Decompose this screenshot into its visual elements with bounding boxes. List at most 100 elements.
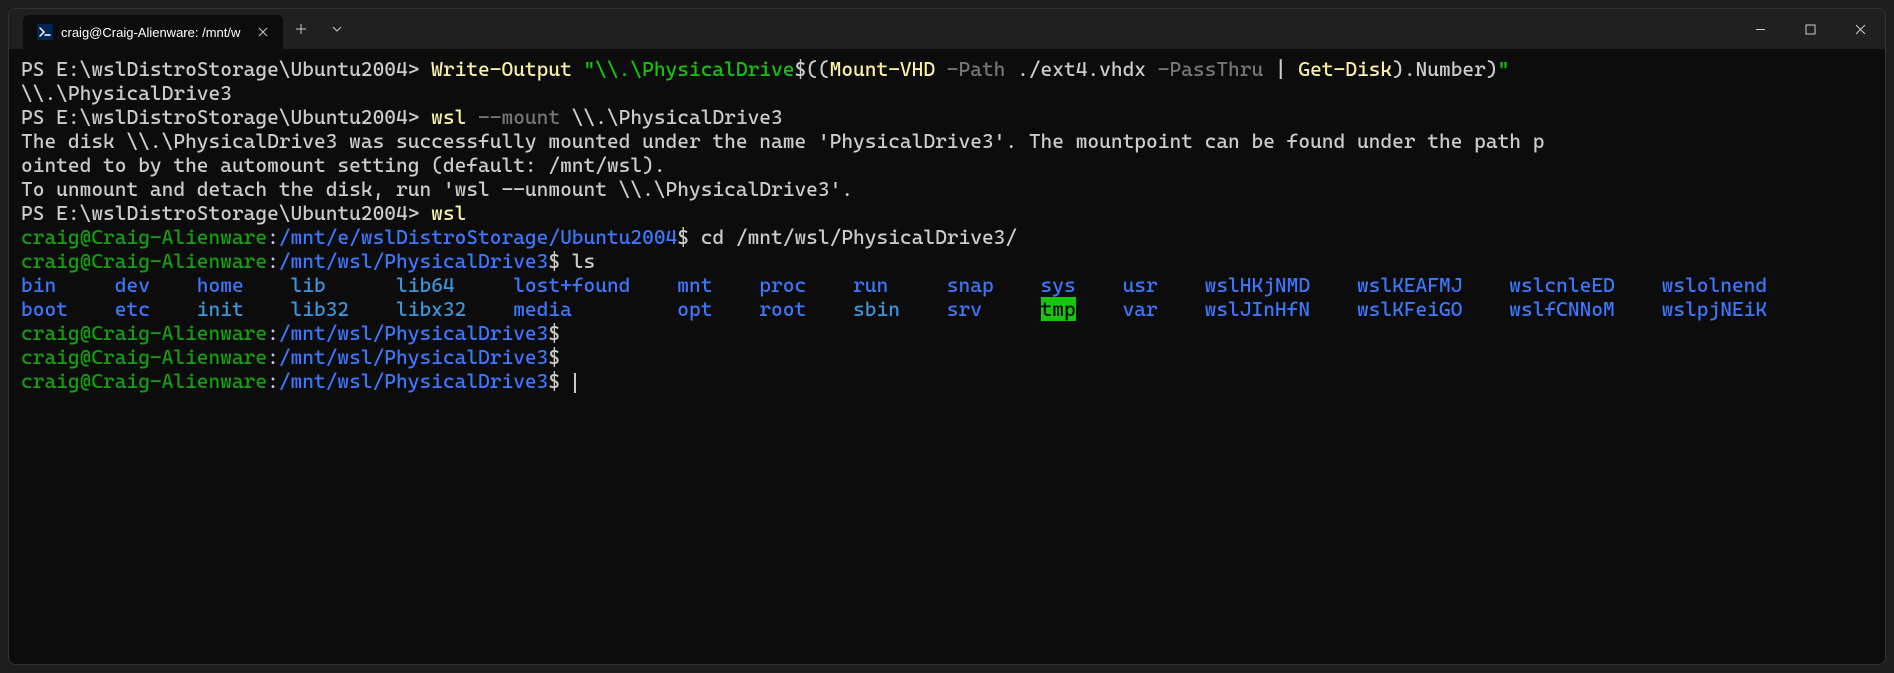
terminal-text: ( — [818, 57, 830, 81]
terminal-text: To unmount and detach the disk, run 'wsl… — [21, 177, 853, 201]
terminal-text: craig@Craig-Alienware — [21, 345, 267, 369]
terminal-text — [1462, 273, 1509, 297]
terminal-text — [900, 297, 947, 321]
ls-row: boot etc init lib32 libx32 media opt roo… — [21, 297, 1873, 321]
terminal-text: ointed to by the automount setting (defa… — [21, 153, 666, 177]
terminal-text — [1076, 297, 1123, 321]
terminal-text: -PassThru — [1146, 57, 1263, 81]
terminal-line: To unmount and detach the disk, run 'wsl… — [21, 177, 1873, 201]
terminal-line: craig@Craig-Alienware:/mnt/wsl/PhysicalD… — [21, 345, 1873, 369]
ls-entry: snap — [947, 273, 994, 297]
ls-entry: libx32 — [396, 297, 466, 321]
terminal-text: " — [1498, 57, 1510, 81]
terminal-text — [630, 273, 677, 297]
titlebar[interactable]: craig@Craig-Alienware: /mnt/w — [9, 9, 1885, 49]
terminal-text — [455, 273, 514, 297]
terminal-line: craig@Craig-Alienware:/mnt/wsl/PhysicalD… — [21, 321, 1873, 345]
terminal-text: PS E:\wslDistroStorage\Ubuntu2004> — [21, 57, 431, 81]
ls-entry: init — [197, 297, 244, 321]
terminal-text: $ — [548, 345, 560, 369]
terminal-text: PS E:\wslDistroStorage\Ubuntu2004> — [21, 201, 431, 225]
terminal-text: wsl — [431, 201, 466, 225]
titlebar-drag-area[interactable] — [355, 9, 1735, 49]
ls-entry: lib32 — [291, 297, 350, 321]
terminal-text: ls — [560, 249, 595, 273]
terminal-text — [572, 297, 677, 321]
terminal-text — [1310, 273, 1357, 297]
ls-entry: tmp — [1041, 297, 1076, 321]
terminal-text — [68, 297, 115, 321]
terminal-text — [150, 297, 197, 321]
terminal-text: \\.\PhysicalDrive3 — [560, 105, 783, 129]
terminal-text — [56, 273, 115, 297]
ls-entry: wslolnend — [1662, 273, 1767, 297]
terminal-text — [1158, 297, 1205, 321]
close-button[interactable] — [1835, 9, 1885, 49]
terminal-output[interactable]: PS E:\wslDistroStorage\Ubuntu2004> Write… — [9, 49, 1885, 664]
terminal-text — [712, 297, 759, 321]
terminal-text: .Number — [1404, 57, 1486, 81]
terminal-text: | — [1263, 57, 1298, 81]
ls-entry: lib64 — [396, 273, 455, 297]
terminal-text: \\.\PhysicalDrive3 — [21, 81, 232, 105]
minimize-button[interactable] — [1735, 9, 1785, 49]
terminal-text: /mnt/wsl/PhysicalDrive3 — [279, 249, 549, 273]
terminal-text — [1615, 297, 1662, 321]
ls-entry: wslcnleED — [1509, 273, 1614, 297]
ls-entry: srv — [947, 297, 982, 321]
ls-entry: wslpjNEiK — [1662, 297, 1767, 321]
terminal-text: : — [267, 345, 279, 369]
terminal-text: $ — [548, 249, 560, 273]
ls-entry: lost+found — [513, 273, 630, 297]
terminal-text: : — [267, 225, 279, 249]
terminal-text: $ — [548, 321, 560, 345]
tab-strip: craig@Craig-Alienware: /mnt/w — [9, 9, 355, 49]
terminal-text — [244, 297, 291, 321]
terminal-text: : — [267, 369, 279, 393]
terminal-text: craig@Craig-Alienware — [21, 249, 267, 273]
ls-entry: opt — [677, 297, 712, 321]
powershell-icon — [37, 24, 53, 40]
terminal-text — [1158, 273, 1205, 297]
terminal-text: Get-Disk — [1298, 57, 1392, 81]
terminal-tab[interactable]: craig@Craig-Alienware: /mnt/w — [23, 15, 283, 49]
terminal-text: $( — [794, 57, 817, 81]
terminal-text: ) — [1486, 57, 1498, 81]
terminal-window: craig@Craig-Alienware: /mnt/w — [8, 8, 1886, 665]
close-tab-icon[interactable] — [255, 24, 271, 40]
terminal-text — [1615, 273, 1662, 297]
terminal-text — [349, 297, 396, 321]
terminal-line: craig@Craig-Alienware:/mnt/wsl/PhysicalD… — [21, 249, 1873, 273]
terminal-text — [560, 369, 572, 393]
terminal-line: \\.\PhysicalDrive3 — [21, 81, 1873, 105]
ls-entry: wslJInHfN — [1205, 297, 1310, 321]
maximize-button[interactable] — [1785, 9, 1835, 49]
terminal-text — [806, 297, 853, 321]
terminal-text: $ — [548, 369, 560, 393]
ls-entry: wslKEAFMJ — [1357, 273, 1462, 297]
terminal-line: PS E:\wslDistroStorage\Ubuntu2004> wsl -… — [21, 105, 1873, 129]
window-controls — [1735, 9, 1885, 49]
tab-dropdown-button[interactable] — [319, 9, 355, 49]
terminal-line: ointed to by the automount setting (defa… — [21, 153, 1873, 177]
terminal-text: PS E:\wslDistroStorage\Ubuntu2004> — [21, 105, 431, 129]
terminal-text — [982, 297, 1041, 321]
ls-entry: usr — [1123, 273, 1158, 297]
terminal-text — [888, 273, 947, 297]
ls-entry: bin — [21, 273, 56, 297]
terminal-text — [806, 273, 853, 297]
ls-row: bin dev home lib lib64 lost+found mnt pr… — [21, 273, 1873, 297]
ls-entry: media — [513, 297, 572, 321]
terminal-text: ./ext4.vhdx — [1005, 57, 1146, 81]
terminal-text: The disk \\.\PhysicalDrive3 was successf… — [21, 129, 1544, 153]
terminal-text — [326, 273, 396, 297]
terminal-text: /mnt/wsl/PhysicalDrive3 — [279, 369, 549, 393]
ls-entry: lib — [291, 273, 326, 297]
terminal-text: : — [267, 249, 279, 273]
ls-entry: wslHKjNMD — [1205, 273, 1310, 297]
terminal-text: Write-Output — [431, 57, 572, 81]
terminal-text: : — [267, 321, 279, 345]
ls-entry: wslKFeiGO — [1357, 297, 1462, 321]
new-tab-button[interactable] — [283, 9, 319, 49]
terminal-text: craig@Craig-Alienware — [21, 225, 267, 249]
